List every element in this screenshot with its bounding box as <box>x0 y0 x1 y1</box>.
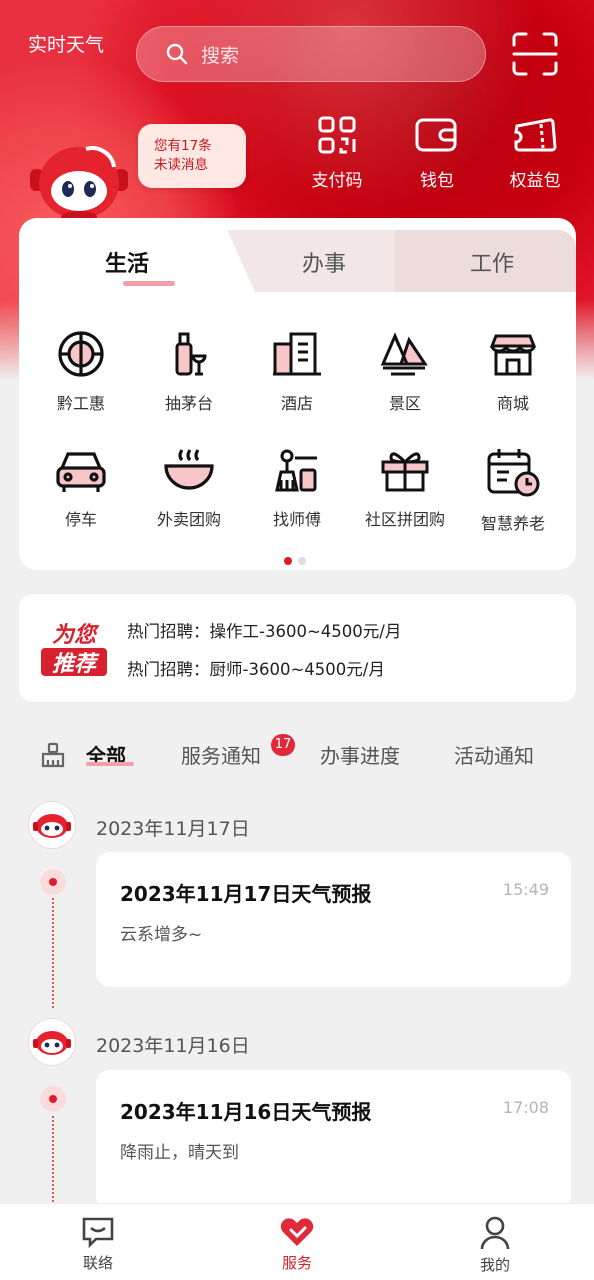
qr-code-icon <box>318 116 356 154</box>
bottom-navigation: 联络 服务 我的 <box>0 1203 594 1280</box>
timeline-line <box>52 1116 54 1206</box>
union-badge-icon <box>58 331 104 377</box>
active-filter-indicator <box>86 762 134 766</box>
shop-icon <box>489 334 537 376</box>
service-community-group-buy[interactable]: 社区拼团购 <box>351 446 459 530</box>
service-heart-icon <box>280 1218 314 1246</box>
mascot-avatar[interactable] <box>26 135 136 225</box>
service-label: 景区 <box>388 394 421 413</box>
page-dot <box>298 557 306 565</box>
job-item[interactable]: 热门招聘：厨师-3600~4500元/月 <box>127 656 385 680</box>
service-mall[interactable]: 商城 <box>459 330 567 414</box>
cleaning-tools-icon <box>275 449 317 492</box>
nav-service[interactable]: 服务 <box>252 1216 342 1273</box>
car-icon <box>56 452 106 492</box>
message-body: 云系增多~ <box>120 925 203 945</box>
job-recommendation-card[interactable]: 为您 推荐 热门招聘：操作工-3600~4500元/月 热门招聘：厨师-3600… <box>19 594 576 702</box>
service-label: 停车 <box>64 510 97 529</box>
service-food-delivery[interactable]: 外卖团购 <box>135 446 243 530</box>
service-label: 找师傅 <box>272 510 321 529</box>
message-title: 2023年11月17日天气预报 <box>120 882 372 906</box>
service-moutai[interactable]: 抽茅台 <box>135 330 243 414</box>
service-scenic[interactable]: 景区 <box>351 330 459 414</box>
unread-line1: 您有17条 <box>154 138 212 154</box>
service-smart-elderly-care[interactable]: 智慧养老 <box>459 446 567 534</box>
unread-messages-bubble[interactable]: 您有17条 未读消息 <box>138 124 246 188</box>
recommend-logo: 为您 推荐 <box>41 622 107 677</box>
search-placeholder: 搜索 <box>201 44 240 67</box>
recommend-logo-line2: 推荐 <box>52 652 100 677</box>
service-label: 酒店 <box>280 394 313 413</box>
scenic-mountain-icon <box>380 332 428 376</box>
message-card[interactable]: 2023年11月17日天气预报 15:49 云系增多~ <box>96 852 571 987</box>
service-label: 商城 <box>496 394 529 413</box>
recommend-logo-line1: 为您 <box>52 622 100 648</box>
quick-action-pay-code[interactable]: 支付码 <box>297 116 377 191</box>
broom-clear-icon[interactable] <box>40 742 66 768</box>
tab-life[interactable]: 生活 <box>105 246 149 278</box>
chat-box-icon <box>82 1217 114 1248</box>
service-label: 抽茅台 <box>164 394 213 413</box>
avatar <box>28 1018 76 1066</box>
search-bar[interactable]: 搜索 <box>136 26 486 82</box>
service-label: 外卖团购 <box>156 510 221 529</box>
filter-service-notice[interactable]: 服务通知 <box>181 740 261 769</box>
service-label: 黔工惠 <box>56 394 105 413</box>
quick-action-label: 钱包 <box>420 171 454 191</box>
quick-action-label: 支付码 <box>311 171 363 191</box>
service-notice-badge: 17 <box>271 734 295 756</box>
wallet-icon <box>415 118 457 152</box>
message-date-header: 2023年11月16日 <box>96 1035 250 1057</box>
message-body: 降雨止，晴天到 <box>120 1143 239 1163</box>
mascot-face-icon <box>33 814 71 838</box>
weather-link[interactable]: 实时天气 <box>28 30 104 57</box>
tab-bar: 生活 办事 工作 <box>19 218 576 292</box>
nav-mine[interactable]: 我的 <box>450 1216 540 1275</box>
gift-box-icon <box>381 452 429 492</box>
message-date-header: 2023年11月17日 <box>96 818 250 840</box>
timeline-line <box>52 898 54 1008</box>
service-find-worker[interactable]: 找师傅 <box>243 446 351 530</box>
tab-affairs[interactable]: 办事 <box>302 246 346 278</box>
timeline-dot <box>40 869 66 895</box>
service-tabs-card: 生活 办事 工作 黔工惠 抽茅台 酒店 景区 商城 停车 外卖团购 找师傅 社区… <box>19 218 576 570</box>
quick-action-label: 权益包 <box>509 171 561 191</box>
nav-contact[interactable]: 联络 <box>53 1216 143 1273</box>
quick-action-wallet[interactable]: 钱包 <box>397 116 477 191</box>
quick-action-benefits[interactable]: 权益包 <box>495 116 575 191</box>
message-time: 17:08 <box>502 1098 549 1117</box>
service-hotel[interactable]: 酒店 <box>243 330 351 414</box>
person-icon <box>480 1216 510 1250</box>
liquor-bottle-icon <box>175 332 207 376</box>
avatar <box>28 801 76 849</box>
nav-label: 联络 <box>82 1254 113 1272</box>
timeline-dot <box>40 1086 66 1112</box>
message-title: 2023年11月16日天气预报 <box>120 1100 372 1124</box>
unread-line2: 未读消息 <box>154 157 208 173</box>
active-tab-indicator <box>123 281 175 286</box>
page-dot-active <box>284 557 292 565</box>
service-parking[interactable]: 停车 <box>27 446 135 530</box>
food-bowl-icon <box>164 449 214 490</box>
service-label: 智慧养老 <box>480 514 545 533</box>
service-qiangonghui[interactable]: 黔工惠 <box>27 330 135 414</box>
mascot-face-icon <box>33 1031 71 1055</box>
tab-work[interactable]: 工作 <box>470 246 514 278</box>
filter-affairs-progress[interactable]: 办事进度 <box>320 740 400 769</box>
service-label: 社区拼团购 <box>364 510 445 529</box>
nav-label: 服务 <box>281 1254 312 1272</box>
search-icon <box>166 43 188 65</box>
scan-icon[interactable] <box>512 32 558 76</box>
calendar-clock-icon <box>487 449 540 497</box>
hotel-building-icon <box>273 332 321 376</box>
ticket-icon <box>514 118 557 152</box>
page-indicator <box>284 550 312 569</box>
message-card[interactable]: 2023年11月16日天气预报 17:08 降雨止，晴天到 <box>96 1070 571 1210</box>
nav-label: 我的 <box>479 1256 510 1274</box>
job-item[interactable]: 热门招聘：操作工-3600~4500元/月 <box>127 618 401 642</box>
filter-activity-notice[interactable]: 活动通知 <box>454 740 534 769</box>
message-time: 15:49 <box>502 880 549 899</box>
